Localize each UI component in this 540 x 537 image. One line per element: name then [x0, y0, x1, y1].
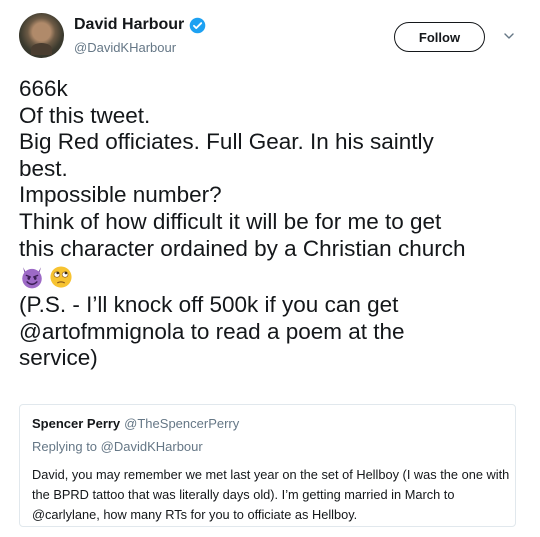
quoted-tweet-line: David, you may remember we met last year… [32, 467, 510, 482]
tweet-line: Of this tweet. [19, 102, 151, 128]
avatar[interactable] [19, 13, 64, 58]
tweet-line: service) [19, 345, 98, 371]
tweet-line: best. [19, 155, 68, 181]
author-name-row: David Harbour [74, 16, 206, 34]
quoted-tweet-line: @carlylane, how many RTs for you to offi… [32, 507, 358, 522]
quoted-author-handle[interactable]: @TheSpencerPerry [124, 416, 239, 431]
author-handle[interactable]: @DavidKHarbour [74, 40, 176, 55]
verified-badge-icon [189, 17, 206, 33]
tweet-line: Think of how difficult it will be for me… [19, 208, 442, 234]
chevron-down-icon[interactable] [503, 30, 515, 42]
quoted-tweet-line: the BPRD tattoo that was literally days … [32, 487, 455, 502]
quoted-author-name[interactable]: Spencer Perry [32, 416, 120, 431]
tweet-text: 666k Of this tweet. Big Red officiates. … [19, 76, 524, 372]
tweet-line: @artofmmignola to read a poem at the [19, 318, 405, 344]
face-with-rolling-eyes-emoji-icon [50, 266, 72, 288]
tweet-line: (P.S. - I’ll knock off 500k if you can g… [19, 292, 399, 318]
tweet-header: David Harbour @DavidKHarbour Follow [19, 13, 524, 61]
tweet-line: 666k [19, 76, 68, 101]
quoted-tweet-body: David, you may remember we met last year… [32, 465, 510, 525]
tweet-line: Impossible number? [19, 182, 222, 208]
follow-button[interactable]: Follow [394, 22, 485, 52]
smiling-imp-emoji-icon [22, 267, 42, 289]
replying-to: Replying to @DavidKHarbour [32, 439, 203, 454]
emoji-row [19, 262, 524, 292]
tweet-line: this character ordained by a Christian c… [19, 235, 466, 261]
quoted-tweet[interactable]: Spencer Perry @TheSpencerPerry Replying t… [19, 404, 516, 527]
tweet-line: Big Red officiates. Full Gear. In his sa… [19, 129, 434, 155]
author-display-name[interactable]: David Harbour [74, 16, 184, 34]
quoted-tweet-author: Spencer Perry @TheSpencerPerry [32, 416, 239, 431]
